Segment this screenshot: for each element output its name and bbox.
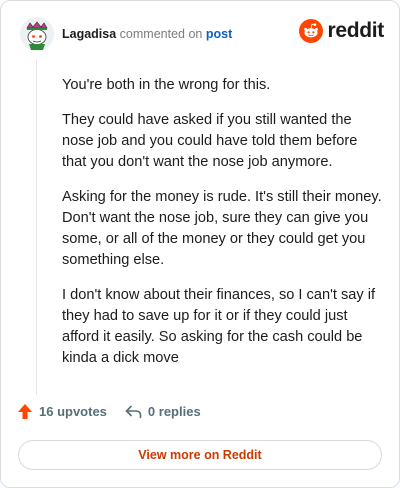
comment-paragraph: I don't know about their finances, so I … [62, 287, 376, 366]
post-link[interactable]: post [206, 27, 232, 41]
avatar[interactable] [20, 17, 54, 51]
snoo-avatar-icon [20, 17, 54, 51]
upvotes-count: 16 upvotes [39, 404, 107, 419]
comment-body: You're both in the wrong for this. They … [62, 75, 384, 383]
upvote-button[interactable]: 16 upvotes [17, 403, 107, 420]
comment-paragraph: Asking for the money is rude. It's still… [62, 189, 382, 268]
view-more-button[interactable]: View more on Reddit [18, 440, 382, 470]
reply-button[interactable]: 0 replies [125, 404, 201, 419]
upvote-arrow-icon [18, 404, 32, 419]
reddit-brand[interactable]: reddit [299, 19, 384, 43]
username[interactable]: Lagadisa [62, 27, 116, 41]
replies-count: 0 replies [147, 404, 201, 419]
comment-actions: 16 upvotes 0 replies [17, 403, 201, 420]
action-text: commented on [119, 27, 203, 41]
comment-header: Lagadisa commented on post [62, 26, 232, 42]
comment-paragraph: They could have asked if you still wante… [62, 112, 358, 170]
comment-embed-card: Lagadisa commented on post reddit You're… [0, 0, 400, 488]
reply-arrow-icon [125, 405, 142, 418]
reddit-alien-icon [299, 19, 324, 43]
reddit-wordmark: reddit [327, 19, 384, 42]
thread-line [36, 59, 37, 395]
comment-paragraph: You're both in the wrong for this. [62, 77, 271, 93]
